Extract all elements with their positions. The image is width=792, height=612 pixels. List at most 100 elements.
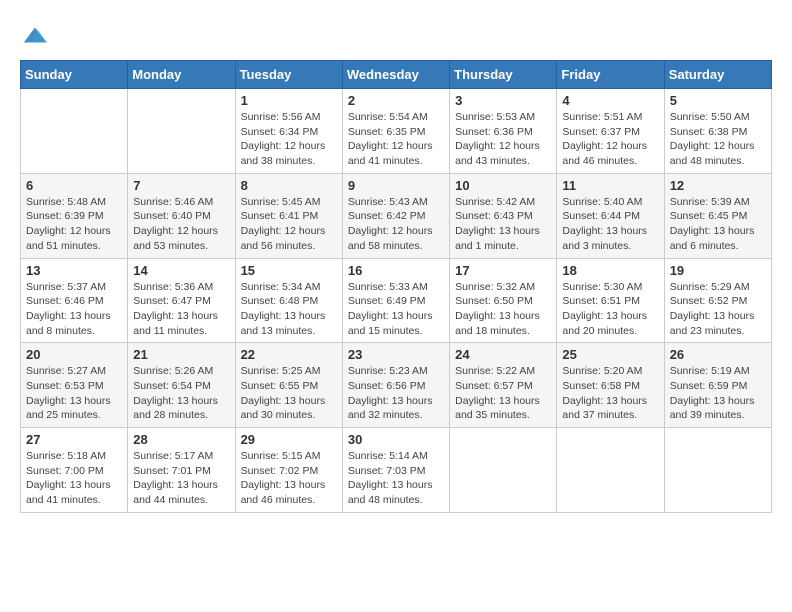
- day-number: 24: [455, 347, 551, 362]
- calendar-cell: 15 Sunrise: 5:34 AMSunset: 6:48 PMDayligh…: [235, 258, 342, 343]
- calendar-cell: 1 Sunrise: 5:56 AMSunset: 6:34 PMDaylight…: [235, 89, 342, 174]
- day-number: 23: [348, 347, 444, 362]
- day-number: 20: [26, 347, 122, 362]
- day-info: Sunrise: 5:29 AMSunset: 6:52 PMDaylight:…: [670, 280, 766, 339]
- header-friday: Friday: [557, 61, 664, 89]
- day-info: Sunrise: 5:42 AMSunset: 6:43 PMDaylight:…: [455, 195, 551, 254]
- calendar-cell: 13 Sunrise: 5:37 AMSunset: 6:46 PMDayligh…: [21, 258, 128, 343]
- day-number: 14: [133, 263, 229, 278]
- day-number: 18: [562, 263, 658, 278]
- day-info: Sunrise: 5:23 AMSunset: 6:56 PMDaylight:…: [348, 364, 444, 423]
- day-info: Sunrise: 5:46 AMSunset: 6:40 PMDaylight:…: [133, 195, 229, 254]
- header-thursday: Thursday: [450, 61, 557, 89]
- day-info: Sunrise: 5:40 AMSunset: 6:44 PMDaylight:…: [562, 195, 658, 254]
- header-wednesday: Wednesday: [342, 61, 449, 89]
- day-number: 3: [455, 93, 551, 108]
- day-number: 13: [26, 263, 122, 278]
- day-info: Sunrise: 5:19 AMSunset: 6:59 PMDaylight:…: [670, 364, 766, 423]
- calendar-cell: 25 Sunrise: 5:20 AMSunset: 6:58 PMDayligh…: [557, 343, 664, 428]
- day-info: Sunrise: 5:30 AMSunset: 6:51 PMDaylight:…: [562, 280, 658, 339]
- calendar-cell: 8 Sunrise: 5:45 AMSunset: 6:41 PMDaylight…: [235, 173, 342, 258]
- calendar-cell: 7 Sunrise: 5:46 AMSunset: 6:40 PMDaylight…: [128, 173, 235, 258]
- calendar-cell: 20 Sunrise: 5:27 AMSunset: 6:53 PMDayligh…: [21, 343, 128, 428]
- day-number: 27: [26, 432, 122, 447]
- day-info: Sunrise: 5:17 AMSunset: 7:01 PMDaylight:…: [133, 449, 229, 508]
- day-number: 9: [348, 178, 444, 193]
- calendar-cell: 2 Sunrise: 5:54 AMSunset: 6:35 PMDaylight…: [342, 89, 449, 174]
- day-number: 10: [455, 178, 551, 193]
- day-number: 30: [348, 432, 444, 447]
- day-number: 22: [241, 347, 337, 362]
- calendar-cell: 18 Sunrise: 5:30 AMSunset: 6:51 PMDayligh…: [557, 258, 664, 343]
- header-saturday: Saturday: [664, 61, 771, 89]
- day-info: Sunrise: 5:50 AMSunset: 6:38 PMDaylight:…: [670, 110, 766, 169]
- day-number: 6: [26, 178, 122, 193]
- day-number: 12: [670, 178, 766, 193]
- day-info: Sunrise: 5:34 AMSunset: 6:48 PMDaylight:…: [241, 280, 337, 339]
- header-sunday: Sunday: [21, 61, 128, 89]
- day-info: Sunrise: 5:22 AMSunset: 6:57 PMDaylight:…: [455, 364, 551, 423]
- calendar-cell: 19 Sunrise: 5:29 AMSunset: 6:52 PMDayligh…: [664, 258, 771, 343]
- day-number: 15: [241, 263, 337, 278]
- calendar-cell: [557, 428, 664, 513]
- calendar-cell: 21 Sunrise: 5:26 AMSunset: 6:54 PMDayligh…: [128, 343, 235, 428]
- day-number: 8: [241, 178, 337, 193]
- day-number: 4: [562, 93, 658, 108]
- day-number: 19: [670, 263, 766, 278]
- calendar-cell: 26 Sunrise: 5:19 AMSunset: 6:59 PMDayligh…: [664, 343, 771, 428]
- day-info: Sunrise: 5:15 AMSunset: 7:02 PMDaylight:…: [241, 449, 337, 508]
- calendar-cell: 3Sunrise: 5:53 AMSunset: 6:36 PMDaylight…: [450, 89, 557, 174]
- day-info: Sunrise: 5:54 AMSunset: 6:35 PMDaylight:…: [348, 110, 444, 169]
- calendar-cell: 14 Sunrise: 5:36 AMSunset: 6:47 PMDayligh…: [128, 258, 235, 343]
- day-number: 11: [562, 178, 658, 193]
- calendar-cell: 5Sunrise: 5:50 AMSunset: 6:38 PMDaylight…: [664, 89, 771, 174]
- day-info: Sunrise: 5:32 AMSunset: 6:50 PMDaylight:…: [455, 280, 551, 339]
- calendar-cell: 24 Sunrise: 5:22 AMSunset: 6:57 PMDayligh…: [450, 343, 557, 428]
- day-number: 28: [133, 432, 229, 447]
- calendar-cell: 22 Sunrise: 5:25 AMSunset: 6:55 PMDayligh…: [235, 343, 342, 428]
- day-info: Sunrise: 5:25 AMSunset: 6:55 PMDaylight:…: [241, 364, 337, 423]
- day-info: Sunrise: 5:56 AMSunset: 6:34 PMDaylight:…: [241, 110, 337, 169]
- header-tuesday: Tuesday: [235, 61, 342, 89]
- day-info: Sunrise: 5:51 AMSunset: 6:37 PMDaylight:…: [562, 110, 658, 169]
- week-row-2: 6 Sunrise: 5:48 AMSunset: 6:39 PMDaylight…: [21, 173, 772, 258]
- day-info: Sunrise: 5:33 AMSunset: 6:49 PMDaylight:…: [348, 280, 444, 339]
- day-number: 29: [241, 432, 337, 447]
- day-info: Sunrise: 5:39 AMSunset: 6:45 PMDaylight:…: [670, 195, 766, 254]
- week-row-4: 20 Sunrise: 5:27 AMSunset: 6:53 PMDayligh…: [21, 343, 772, 428]
- calendar-cell: [128, 89, 235, 174]
- week-row-5: 27Sunrise: 5:18 AMSunset: 7:00 PMDayligh…: [21, 428, 772, 513]
- header: [20, 20, 772, 50]
- calendar-cell: 12 Sunrise: 5:39 AMSunset: 6:45 PMDayligh…: [664, 173, 771, 258]
- day-info: Sunrise: 5:14 AMSunset: 7:03 PMDaylight:…: [348, 449, 444, 508]
- calendar-cell: 6 Sunrise: 5:48 AMSunset: 6:39 PMDaylight…: [21, 173, 128, 258]
- day-number: 2: [348, 93, 444, 108]
- calendar-cell: 28 Sunrise: 5:17 AMSunset: 7:01 PMDayligh…: [128, 428, 235, 513]
- calendar-cell: 30 Sunrise: 5:14 AMSunset: 7:03 PMDayligh…: [342, 428, 449, 513]
- day-info: Sunrise: 5:36 AMSunset: 6:47 PMDaylight:…: [133, 280, 229, 339]
- day-number: 26: [670, 347, 766, 362]
- day-info: Sunrise: 5:37 AMSunset: 6:46 PMDaylight:…: [26, 280, 122, 339]
- day-number: 21: [133, 347, 229, 362]
- day-info: Sunrise: 5:26 AMSunset: 6:54 PMDaylight:…: [133, 364, 229, 423]
- day-info: Sunrise: 5:45 AMSunset: 6:41 PMDaylight:…: [241, 195, 337, 254]
- day-number: 25: [562, 347, 658, 362]
- calendar-cell: 10 Sunrise: 5:42 AMSunset: 6:43 PMDayligh…: [450, 173, 557, 258]
- calendar-cell: 29 Sunrise: 5:15 AMSunset: 7:02 PMDayligh…: [235, 428, 342, 513]
- calendar-cell: 17 Sunrise: 5:32 AMSunset: 6:50 PMDayligh…: [450, 258, 557, 343]
- calendar-cell: [664, 428, 771, 513]
- day-number: 1: [241, 93, 337, 108]
- day-info: Sunrise: 5:20 AMSunset: 6:58 PMDaylight:…: [562, 364, 658, 423]
- calendar-cell: 23 Sunrise: 5:23 AMSunset: 6:56 PMDayligh…: [342, 343, 449, 428]
- header-monday: Monday: [128, 61, 235, 89]
- calendar-cell: 16Sunrise: 5:33 AMSunset: 6:49 PMDayligh…: [342, 258, 449, 343]
- logo: [20, 20, 54, 50]
- day-info: Sunrise: 5:43 AMSunset: 6:42 PMDaylight:…: [348, 195, 444, 254]
- calendar-cell: 9 Sunrise: 5:43 AMSunset: 6:42 PMDaylight…: [342, 173, 449, 258]
- day-info: Sunrise: 5:48 AMSunset: 6:39 PMDaylight:…: [26, 195, 122, 254]
- day-info: Sunrise: 5:27 AMSunset: 6:53 PMDaylight:…: [26, 364, 122, 423]
- day-number: 17: [455, 263, 551, 278]
- week-row-1: 1 Sunrise: 5:56 AMSunset: 6:34 PMDaylight…: [21, 89, 772, 174]
- calendar-cell: 27Sunrise: 5:18 AMSunset: 7:00 PMDayligh…: [21, 428, 128, 513]
- day-number: 7: [133, 178, 229, 193]
